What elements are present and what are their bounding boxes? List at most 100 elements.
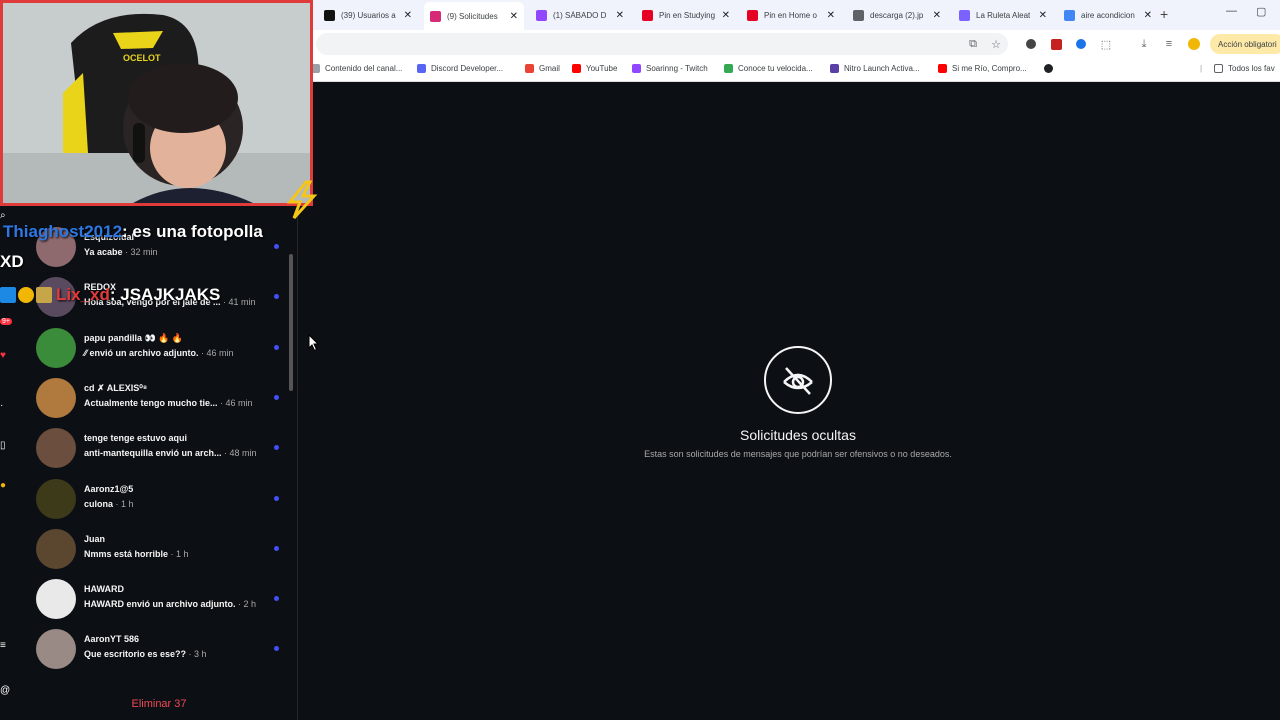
close-tab-icon[interactable]: ✕	[510, 11, 518, 22]
close-tab-icon[interactable]: ✕	[616, 10, 624, 21]
avatar[interactable]	[36, 528, 76, 569]
tab-label: (39) Usuarios a	[341, 10, 396, 20]
request-row[interactable]: Aaronz1@5 culona · 1 h	[36, 477, 286, 523]
request-row[interactable]: Juan Nmms está horrible · 1 h	[36, 527, 286, 573]
chat-badge-icon	[18, 287, 34, 303]
request-username: Juan	[84, 533, 106, 544]
request-preview: Que escritorio es ese?? · 3 h	[84, 649, 207, 659]
pinterest-icon	[747, 9, 758, 21]
maximize-button[interactable]: ▢	[1256, 5, 1266, 18]
request-row[interactable]: HAWARD HAWARD envió un archivo adjunto. ·…	[36, 577, 286, 623]
close-tab-icon[interactable]: ✕	[933, 10, 941, 21]
delete-all-button[interactable]: Eliminar 37	[0, 698, 318, 710]
request-row[interactable]: tenge tenge estuvo aqui anti-mantequilla …	[36, 426, 286, 472]
close-tab-icon[interactable]: ✕	[404, 10, 412, 21]
request-time-value: 1 h	[176, 548, 189, 559]
bookmark-item[interactable]: Contenido del canal...	[311, 64, 402, 73]
tab-7[interactable]: aire acondicion ✕	[1058, 4, 1158, 26]
pinterest-icon	[642, 9, 653, 21]
bookmark-label: Contenido del canal...	[325, 64, 403, 73]
tab-0[interactable]: (39) Usuarios a ✕	[318, 4, 418, 26]
address-bar[interactable]	[316, 33, 1008, 55]
tab-1[interactable]: (9) Solicitudes ✕	[424, 2, 524, 30]
avatar[interactable]	[36, 377, 76, 418]
tab-5[interactable]: descarga (2).jp ✕	[847, 4, 947, 26]
profile-avatar-icon[interactable]	[1187, 37, 1201, 51]
required-action-button[interactable]: Acción obligatori	[1210, 34, 1280, 54]
request-row[interactable]: cd ✗ ALEXIS⁰⁸ Actualmente tengo mucho tie…	[36, 376, 286, 422]
close-tab-icon[interactable]: ✕	[1039, 10, 1047, 21]
bookmark-item[interactable]: Gmail	[525, 64, 560, 73]
tab-4[interactable]: Pin en Home o ✕	[741, 4, 841, 26]
discord-icon	[417, 64, 426, 73]
request-time-value: 48 min	[229, 448, 257, 459]
search-icon[interactable]: ⌕	[0, 210, 6, 221]
bookmark-item[interactable]: Soarinng - Twitch	[632, 64, 708, 73]
new-tab-button[interactable]: +	[1160, 6, 1168, 22]
chair-brand-logo: OCELOT	[123, 53, 161, 63]
request-time: · 46 min	[198, 347, 234, 358]
install-app-icon[interactable]: ⧉	[966, 37, 980, 51]
tab-3[interactable]: Pin en Studying ✕	[636, 4, 736, 26]
instagram-nav-rail: ⌕ 9+ ♥ · ▯ ● ≡ @	[0, 200, 12, 720]
download-icon[interactable]: ⤓	[1137, 37, 1151, 51]
avatar[interactable]	[36, 579, 76, 620]
stream-chat-user: Thiaghost2012	[3, 222, 123, 241]
list-scrollbar[interactable]	[289, 254, 293, 391]
request-message: Actualmente tengo mucho tie...	[84, 397, 218, 408]
heart-icon[interactable]: ♥	[0, 350, 6, 361]
bookmark-label: Conoce tu velocida...	[738, 64, 813, 73]
x-logo-icon	[324, 9, 335, 21]
avatar[interactable]	[36, 428, 76, 469]
extension-red-icon[interactable]	[1049, 37, 1063, 51]
close-tab-icon[interactable]: ✕	[827, 10, 835, 21]
bookmark-star-icon[interactable]: ☆	[989, 37, 1003, 51]
profile-icon[interactable]: ●	[0, 480, 6, 491]
tab-2[interactable]: (1) SÁBADO D ✕	[530, 4, 630, 26]
reels-icon[interactable]: ▯	[0, 440, 6, 451]
stream-chat-line: Thiaghost2012: es una fotopolla	[3, 222, 263, 242]
more-menu-icon[interactable]: ≡	[0, 640, 6, 651]
avatar[interactable]	[36, 478, 76, 519]
close-tab-icon[interactable]: ✕	[1144, 10, 1152, 21]
extensions-puzzle-icon[interactable]: ⬚	[1099, 37, 1113, 51]
request-row[interactable]: papu pandilla 👀 🔥 🔥 ⁄⁄ envió un archivo a…	[36, 326, 286, 372]
threads-icon[interactable]: @	[0, 685, 10, 696]
create-icon[interactable]: ·	[0, 400, 3, 411]
reading-list-icon[interactable]: ≡	[1162, 37, 1176, 51]
avatar[interactable]	[36, 327, 76, 368]
bookmark-item[interactable]: Conoce tu velocida...	[724, 64, 813, 73]
bookmark-item[interactable]: YouTube	[572, 64, 617, 73]
request-message: Ya acabe	[84, 247, 123, 257]
request-preview: Ya acabe · 32 min	[84, 247, 158, 257]
folder-icon	[1214, 64, 1223, 73]
bookmark-item[interactable]: Nitro Launch Activa...	[830, 64, 920, 73]
request-time: · 1 h	[168, 548, 189, 559]
all-bookmarks-folder[interactable]: Todos los fav	[1214, 64, 1275, 73]
stream-chat-line: Lix_xd: JSAJKJAKS	[0, 285, 220, 305]
hidden-requests-title: Solicitudes ocultas	[740, 427, 856, 443]
close-tab-icon[interactable]: ✕	[722, 10, 730, 21]
mouse-cursor-icon	[308, 333, 320, 357]
request-row[interactable]: AaronYT 586 Que escritorio es ese?? · 3 h	[36, 627, 286, 673]
request-username: Aaronz1@5	[84, 483, 134, 494]
request-username: cd ✗ ALEXIS⁰⁸	[84, 382, 148, 393]
bookmark-item[interactable]: Discord Developer...	[417, 64, 503, 73]
request-time-value: 1 h	[121, 498, 134, 509]
extension-blue-icon[interactable]	[1074, 37, 1088, 51]
stream-chat-line: XD	[0, 252, 24, 272]
tab-6[interactable]: La Ruleta Aleat ✕	[953, 4, 1053, 26]
avatar[interactable]	[36, 629, 76, 670]
unread-dot	[274, 495, 279, 501]
extension-stop-icon[interactable]	[1024, 37, 1038, 51]
stream-chat-user: Lix_xd	[56, 285, 110, 304]
bookmark-label: Gmail	[539, 64, 560, 73]
request-time-value: 2 h	[243, 599, 257, 610]
nitro-icon	[830, 64, 839, 73]
all-bookmarks-label: Todos los fav	[1228, 64, 1275, 73]
request-time: · 46 min	[217, 397, 253, 408]
bookmark-item[interactable]: Si me Río, Compro...	[938, 64, 1027, 73]
minimize-button[interactable]: —	[1226, 5, 1237, 17]
bookmark-globe-icon[interactable]	[1044, 64, 1058, 73]
unread-dot	[274, 545, 279, 551]
